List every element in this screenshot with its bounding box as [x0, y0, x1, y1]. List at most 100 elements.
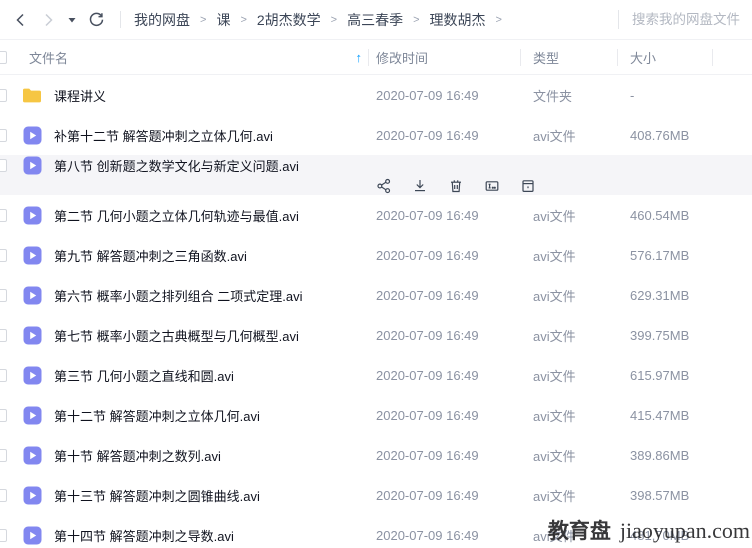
video-icon — [22, 365, 42, 385]
history-caret-icon[interactable] — [66, 11, 78, 29]
breadcrumb-item[interactable]: 2胡杰数学 — [257, 10, 321, 30]
video-icon — [22, 405, 42, 425]
table-row[interactable]: 课程讲义 2020-07-09 16:49 文件夹 - — [0, 75, 752, 115]
header-modified[interactable]: 修改时间 — [368, 40, 520, 74]
row-checkbox[interactable] — [0, 249, 7, 262]
file-type: avi文件 — [520, 246, 617, 265]
file-name[interactable]: 第三节 几何小题之直线和圆.avi — [54, 366, 234, 385]
file-name[interactable]: 课程讲义 — [54, 86, 106, 105]
row-checkbox[interactable] — [0, 449, 7, 462]
breadcrumb-separator: > — [331, 14, 337, 26]
file-type: avi文件 — [520, 286, 617, 305]
row-checkbox[interactable] — [0, 409, 7, 422]
refresh-button[interactable] — [87, 11, 105, 29]
table-row[interactable]: 第十节 解答题冲刺之数列.avi 2020-07-09 16:49 avi文件 … — [0, 435, 752, 475]
select-all-checkbox[interactable] — [0, 51, 7, 64]
breadcrumb-item[interactable]: 高三春季 — [347, 10, 403, 30]
forward-button[interactable] — [39, 11, 57, 29]
delete-icon[interactable] — [447, 177, 464, 194]
download-icon[interactable] — [411, 177, 428, 194]
video-icon — [22, 525, 42, 545]
search-area — [618, 10, 752, 29]
table-row[interactable]: 补第十二节 解答题冲刺之立体几何.avi 2020-07-09 16:49 av… — [0, 115, 752, 155]
file-name[interactable]: 补第十二节 解答题冲刺之立体几何.avi — [54, 126, 273, 145]
search-input[interactable] — [632, 12, 744, 27]
file-modified: 2020-07-09 16:49 — [368, 488, 520, 503]
file-name[interactable]: 第六节 概率小题之排列组合 二项式定理.avi — [54, 286, 302, 305]
file-size: 415.47MB — [617, 408, 712, 423]
file-type: avi文件 — [520, 206, 617, 225]
file-manager-window: 我的网盘 > 课 >2胡杰数学 > 高三春季 > 理数胡杰 > 文件名 ↑ 修改时间 类型 大小 — [0, 0, 752, 548]
video-icon — [22, 445, 42, 465]
breadcrumb-separator: > — [240, 14, 246, 26]
file-size: 399.75MB — [617, 328, 712, 343]
table-row[interactable]: 第十四节 解答题冲刺之导数.avi 2020-07-09 16:49 avi文件… — [0, 515, 752, 548]
video-icon — [22, 245, 42, 265]
table-row[interactable]: 第三节 几何小题之直线和圆.avi 2020-07-09 16:49 avi文件… — [0, 355, 752, 395]
file-name[interactable]: 第十二节 解答题冲刺之立体几何.avi — [54, 406, 260, 425]
file-size: 389.86MB — [617, 448, 712, 463]
table-row[interactable]: 第六节 概率小题之排列组合 二项式定理.avi 2020-07-09 16:49… — [0, 275, 752, 315]
breadcrumb-separator: > — [496, 14, 502, 26]
breadcrumb-item[interactable]: 我的网盘 — [134, 10, 190, 30]
header-size[interactable]: 大小 — [617, 40, 712, 74]
row-checkbox[interactable] — [0, 209, 7, 222]
table-row[interactable]: 第九节 解答题冲刺之三角函数.avi 2020-07-09 16:49 avi文… — [0, 235, 752, 275]
breadcrumb-item[interactable]: 课 — [216, 10, 230, 30]
table-row[interactable]: 第七节 概率小题之古典概型与几何概型.avi 2020-07-09 16:49 … — [0, 315, 752, 355]
row-checkbox[interactable] — [0, 489, 7, 502]
file-modified: 2020-07-09 16:49 — [368, 248, 520, 263]
file-name[interactable]: 第二节 几何小题之立体几何轨迹与最值.avi — [54, 206, 299, 225]
file-name[interactable]: 第七节 概率小题之古典概型与几何概型.avi — [54, 326, 299, 345]
breadcrumb-item[interactable]: 理数胡杰 — [430, 10, 486, 30]
toolbar: 我的网盘 > 课 >2胡杰数学 > 高三春季 > 理数胡杰 > — [0, 0, 752, 40]
file-type: avi文件 — [520, 326, 617, 345]
file-size: 481.70MB — [617, 528, 712, 543]
file-size: 408.76MB — [617, 128, 712, 143]
file-size: 398.57MB — [617, 488, 712, 503]
file-modified: 2020-07-09 16:49 — [368, 448, 520, 463]
table-row[interactable]: 第十二节 解答题冲刺之立体几何.avi 2020-07-09 16:49 avi… — [0, 395, 752, 435]
file-name[interactable]: 第十四节 解答题冲刺之导数.avi — [54, 526, 234, 545]
video-icon — [22, 125, 42, 145]
row-checkbox[interactable] — [0, 129, 7, 142]
file-name[interactable]: 第十三节 解答题冲刺之圆锥曲线.avi — [54, 486, 260, 505]
sort-ascending-icon[interactable]: ↑ — [356, 50, 363, 65]
table-row[interactable]: 第十三节 解答题冲刺之圆锥曲线.avi 2020-07-09 16:49 avi… — [0, 475, 752, 515]
file-size: - — [617, 88, 712, 103]
breadcrumb-separator: > — [200, 14, 206, 26]
row-checkbox[interactable] — [0, 329, 7, 342]
file-name[interactable]: 第八节 创新题之数学文化与新定义问题.avi — [54, 156, 299, 175]
file-size: 615.97MB — [617, 368, 712, 383]
breadcrumb-separator: > — [413, 14, 419, 26]
file-name[interactable]: 第十节 解答题冲刺之数列.avi — [54, 446, 221, 465]
file-modified: 2020-07-09 16:49 — [368, 528, 520, 543]
folder-icon — [22, 85, 42, 105]
file-name[interactable]: 第九节 解答题冲刺之三角函数.avi — [54, 246, 247, 265]
video-icon — [22, 485, 42, 505]
file-type: avi文件 — [520, 366, 617, 385]
file-type: avi文件 — [520, 406, 617, 425]
file-type: avi文件 — [520, 446, 617, 465]
file-modified: 2020-07-09 16:49 — [368, 328, 520, 343]
table-header: 文件名 ↑ 修改时间 类型 大小 — [0, 40, 752, 75]
row-checkbox[interactable] — [0, 89, 7, 102]
row-checkbox[interactable] — [0, 159, 7, 172]
row-checkbox[interactable] — [0, 529, 7, 542]
back-button[interactable] — [12, 11, 30, 29]
header-filename-label: 文件名 — [29, 48, 68, 67]
header-type[interactable]: 类型 — [520, 40, 617, 74]
table-row[interactable]: 第八节 创新题之数学文化与新定义问题.avi — [0, 155, 752, 195]
file-size: 460.54MB — [617, 208, 712, 223]
video-icon — [22, 205, 42, 225]
header-filename[interactable]: 文件名 ↑ — [0, 40, 368, 74]
header-extra — [712, 40, 752, 74]
box-icon[interactable] — [519, 177, 536, 194]
file-size: 576.17MB — [617, 248, 712, 263]
rename-icon[interactable] — [483, 177, 500, 194]
table-row[interactable]: 第二节 几何小题之立体几何轨迹与最值.avi 2020-07-09 16:49 … — [0, 195, 752, 235]
video-icon — [22, 325, 42, 345]
share-icon[interactable] — [375, 177, 392, 194]
row-checkbox[interactable] — [0, 289, 7, 302]
row-checkbox[interactable] — [0, 369, 7, 382]
